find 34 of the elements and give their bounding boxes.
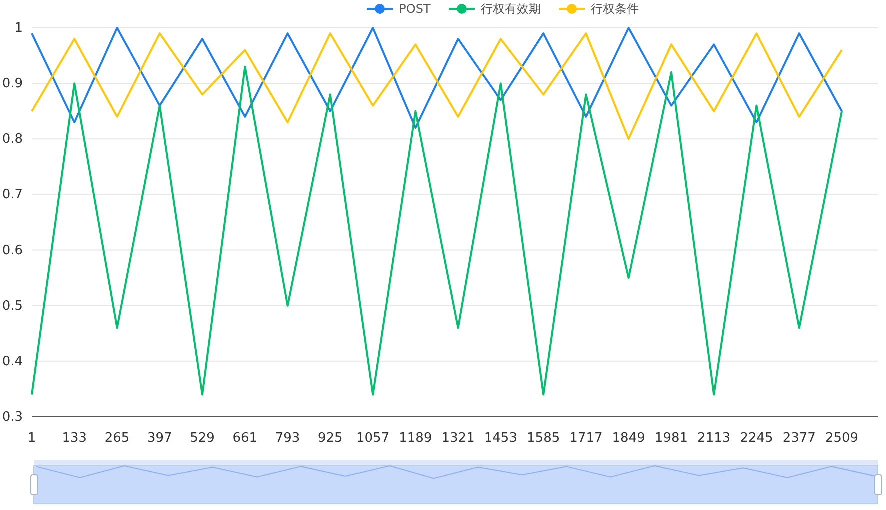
x-tick-label: 661 [232,431,258,446]
slider-handle[interactable] [30,474,38,496]
x-tick-label: 2377 [782,431,816,446]
y-tick-label: 0.3 [2,410,23,425]
x-tick-label: 2113 [698,431,731,446]
x-tick-label: 397 [147,431,172,446]
legend-label[interactable]: 行权条件 [590,0,639,18]
x-tick-label: 1981 [654,431,688,446]
slider-handle[interactable] [874,474,882,496]
y-tick-label: 0.7 [2,188,23,203]
zoom-slider[interactable] [34,460,878,504]
legend-label[interactable]: POST [399,2,431,16]
y-tick-label: 1 [14,21,23,36]
legend-label[interactable]: 行权有效期 [480,0,541,18]
x-tick-label: 1585 [527,431,560,446]
x-tick-label: 1849 [612,431,646,446]
y-tick-label: 0.4 [2,354,23,370]
x-tick-label: 529 [190,431,215,446]
x-tick-label: 265 [104,431,130,446]
x-tick-label: 133 [62,431,88,446]
x-tick-label: 1 [28,431,36,446]
x-tick-label: 1321 [442,431,475,446]
x-tick-label: 2245 [740,431,774,446]
x-tick-label: 2509 [825,431,859,446]
x-tick-label: 925 [318,431,343,446]
y-tick-label: 0.8 [2,132,23,148]
x-tick-label: 1057 [356,431,390,446]
y-tick-label: 0.9 [2,76,23,92]
y-tick-label: 0.5 [2,298,23,314]
x-tick-label: 793 [275,431,300,446]
x-tick-label: 1717 [570,431,603,446]
y-tick-label: 0.6 [2,243,23,258]
x-tick-label: 1189 [399,431,432,446]
x-tick-label: 1453 [484,431,518,446]
